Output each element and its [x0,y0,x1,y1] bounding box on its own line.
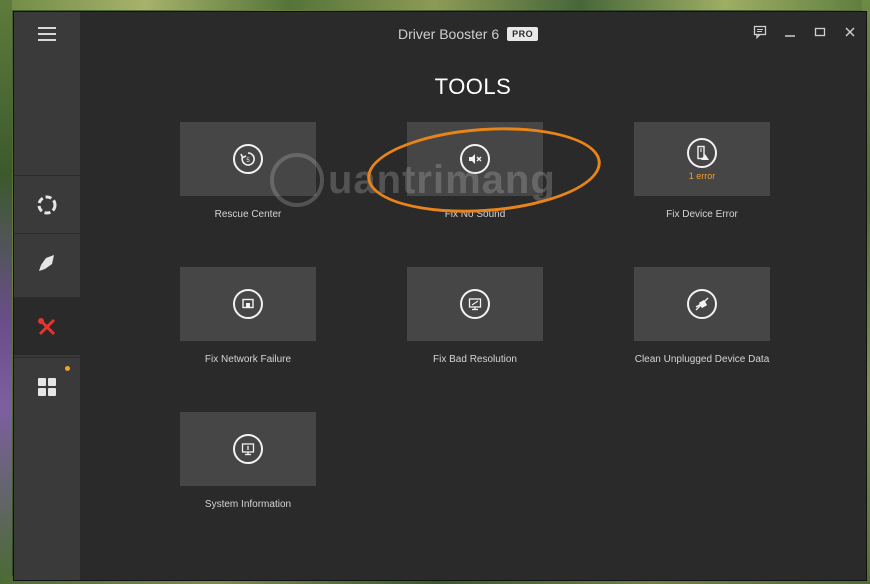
pro-badge: PRO [507,27,539,41]
menu-button[interactable] [14,12,80,56]
unplugged-icon [687,289,717,319]
tool-fix-device-error: 1 error Fix Device Error [633,122,771,220]
window-controls [752,22,858,42]
minimize-icon [785,35,795,37]
maximize-button[interactable] [812,22,828,42]
message-icon [753,25,767,39]
mute-icon [460,144,490,174]
system-info-icon [233,434,263,464]
tools-icon [38,317,56,335]
tool-tile-fix-device-error[interactable]: 1 error [634,122,770,196]
tool-tile-fix-network-failure[interactable] [180,267,316,341]
sidebar-item-tools[interactable] [14,297,80,355]
tool-label: Rescue Center [214,209,282,220]
tool-label: System Information [204,499,292,510]
sidebar-item-scan[interactable] [14,175,80,233]
notification-dot [65,366,70,371]
tool-fix-network-failure: Fix Network Failure [179,267,317,365]
minimize-button[interactable] [782,22,798,42]
tool-tile-fix-no-sound[interactable] [407,122,543,196]
feedback-button[interactable] [752,22,768,42]
device-error-icon [687,137,717,168]
app-title-group: Driver Booster 6 PRO [398,24,539,44]
tool-clean-unplugged-device-data: Clean Unplugged Device Data [633,267,771,365]
error-count: 1 error [688,170,716,181]
restore-icon: 5 [233,144,263,174]
tool-label: Fix Network Failure [204,354,292,365]
resolution-icon [460,289,490,319]
hamburger-icon [38,27,56,41]
sidebar-item-action-center[interactable] [14,357,80,415]
tool-label: Clean Unplugged Device Data [634,354,770,365]
tool-tile-system-information[interactable] [180,412,316,486]
scan-ring-icon [37,195,57,214]
tool-tile-rescue-center[interactable]: 5 [180,122,316,196]
app-window: Driver Booster 6 PRO TOOLS 5 Rescue Cent… [14,12,866,580]
network-icon [233,289,263,319]
desktop-wallpaper-top [0,0,870,10]
tool-tile-fix-bad-resolution[interactable] [407,267,543,341]
tool-tile-clean-unplugged[interactable] [634,267,770,341]
grid-icon [38,377,56,396]
sidebar-item-boost[interactable] [14,233,80,291]
svg-text:5: 5 [246,158,250,164]
tool-system-information: System Information [179,412,317,510]
titlebar: Driver Booster 6 PRO [80,12,866,56]
close-icon [845,27,855,37]
close-button[interactable] [842,22,858,42]
rocket-icon [39,254,54,271]
tool-label: Fix Device Error [666,209,738,220]
tool-fix-no-sound: Fix No Sound [406,122,544,220]
tool-fix-bad-resolution: Fix Bad Resolution [406,267,544,365]
maximize-icon [814,27,826,37]
desktop-wallpaper-left [0,0,12,584]
sidebar [14,12,80,580]
app-title: Driver Booster 6 [398,26,500,42]
tool-label: Fix Bad Resolution [433,354,517,365]
page-title: TOOLS [434,74,512,99]
main-area: Driver Booster 6 PRO TOOLS 5 Rescue Cent… [80,12,866,580]
tool-label: Fix No Sound [444,209,506,220]
tool-rescue-center: 5 Rescue Center [179,122,317,220]
